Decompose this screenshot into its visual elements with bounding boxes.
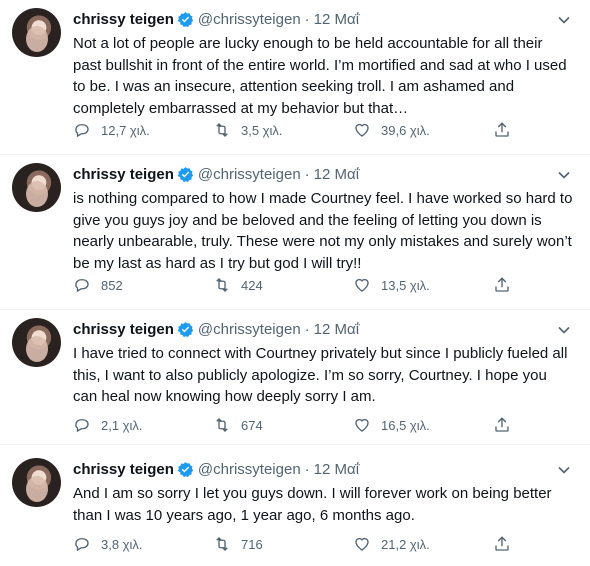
tweet-header: chrissy teigen @chrissyteigen · 12 Μαΐ — [73, 164, 359, 184]
author-name[interactable]: chrissy teigen — [73, 461, 174, 478]
like-count: 21,2 χιλ. — [381, 536, 430, 552]
author-handle[interactable]: @chrissyteigen — [198, 11, 301, 28]
tweet-thread: chrissy teigen @chrissyteigen · 12 Μαΐ N… — [0, 0, 590, 566]
retweet-icon — [216, 418, 228, 432]
like-button[interactable]: 16,5 χιλ. — [353, 416, 453, 434]
share-button[interactable] — [493, 535, 513, 553]
tweet-text: Not a lot of people are lucky enough to … — [73, 35, 567, 117]
reply-button[interactable]: 2,1 χιλ. — [73, 416, 173, 434]
heart-icon — [355, 278, 369, 292]
retweet-count: 424 — [241, 277, 263, 293]
tweet-header: chrissy teigen @chrissyteigen · 12 Μαΐ — [73, 459, 359, 479]
author-handle[interactable]: @chrissyteigen — [198, 461, 301, 478]
verified-badge-icon — [177, 166, 194, 182]
tweet-actions: 2,1 χιλ. 674 16,5 χιλ. — [73, 416, 513, 434]
reply-icon — [75, 538, 89, 552]
tweet-date[interactable]: 12 Μαΐ — [314, 166, 359, 183]
like-count: 13,5 χιλ. — [381, 277, 430, 293]
author-handle[interactable]: @chrissyteigen — [198, 321, 301, 338]
retweet-icon — [216, 123, 228, 137]
tweet-text: is nothing compared to how I made Courtn… — [73, 190, 573, 272]
verified-badge-icon — [177, 461, 194, 477]
chevron-down-icon[interactable] — [554, 320, 574, 340]
verified-badge-icon — [177, 321, 194, 337]
share-icon — [495, 536, 509, 551]
author-name[interactable]: chrissy teigen — [73, 321, 174, 338]
share-icon — [495, 417, 509, 432]
like-button[interactable]: 39,6 χιλ. — [353, 121, 453, 139]
retweet-icon — [216, 537, 228, 551]
retweet-count: 674 — [241, 417, 263, 433]
tweet[interactable]: chrissy teigen @chrissyteigen · 12 Μαΐ I… — [0, 310, 590, 445]
separator: · — [304, 165, 310, 183]
retweet-count: 3,5 χιλ. — [241, 122, 283, 138]
tweet-date[interactable]: 12 Μαΐ — [314, 11, 359, 28]
separator: · — [304, 10, 310, 28]
tweet[interactable]: chrissy teigen @chrissyteigen · 12 Μαΐ A… — [0, 450, 590, 566]
retweet-icon — [216, 278, 228, 292]
tweet-header: chrissy teigen @chrissyteigen · 12 Μαΐ — [73, 9, 359, 29]
avatar[interactable] — [12, 8, 61, 57]
share-icon — [495, 277, 509, 292]
retweet-button[interactable]: 3,5 χιλ. — [213, 121, 313, 139]
verified-badge-icon — [177, 11, 194, 27]
avatar[interactable] — [12, 318, 61, 367]
retweet-button[interactable]: 716 — [213, 535, 313, 553]
tweet-date[interactable]: 12 Μαΐ — [314, 321, 359, 338]
reply-button[interactable]: 3,8 χιλ. — [73, 535, 173, 553]
reply-count: 2,1 χιλ. — [101, 417, 143, 433]
reply-icon — [75, 124, 89, 138]
like-button[interactable]: 21,2 χιλ. — [353, 535, 453, 553]
separator: · — [304, 460, 310, 478]
tweet-actions: 852 424 13,5 χιλ. — [73, 276, 513, 294]
author-name[interactable]: chrissy teigen — [73, 11, 174, 28]
reply-count: 3,8 χιλ. — [101, 536, 143, 552]
like-button[interactable]: 13,5 χιλ. — [353, 276, 453, 294]
tweet-text: I have tried to connect with Courtney pr… — [73, 345, 568, 405]
reply-count: 852 — [101, 277, 123, 293]
like-count: 16,5 χιλ. — [381, 417, 430, 433]
chevron-down-icon[interactable] — [554, 10, 574, 30]
reply-icon — [75, 419, 89, 433]
heart-icon — [355, 537, 369, 551]
share-button[interactable] — [493, 276, 513, 294]
share-icon — [495, 122, 509, 137]
reply-count: 12,7 χιλ. — [101, 122, 150, 138]
retweet-button[interactable]: 674 — [213, 416, 313, 434]
avatar[interactable] — [12, 163, 61, 212]
tweet-actions: 3,8 χιλ. 716 21,2 χιλ. — [73, 535, 513, 553]
tweet-text: And I am so sorry I let you guys down. I… — [73, 485, 552, 524]
tweet[interactable]: chrissy teigen @chrissyteigen · 12 Μαΐ N… — [0, 0, 590, 155]
like-count: 39,6 χιλ. — [381, 122, 430, 138]
reply-button[interactable]: 12,7 χιλ. — [73, 121, 173, 139]
tweet-actions: 12,7 χιλ. 3,5 χιλ. 39,6 χιλ. — [73, 121, 513, 139]
author-name[interactable]: chrissy teigen — [73, 166, 174, 183]
tweet-header: chrissy teigen @chrissyteigen · 12 Μαΐ — [73, 319, 359, 339]
chevron-down-icon[interactable] — [554, 165, 574, 185]
retweet-button[interactable]: 424 — [213, 276, 313, 294]
separator: · — [304, 320, 310, 338]
heart-icon — [355, 418, 369, 432]
retweet-count: 716 — [241, 536, 263, 552]
share-button[interactable] — [493, 121, 513, 139]
tweet[interactable]: chrissy teigen @chrissyteigen · 12 Μαΐ i… — [0, 155, 590, 310]
reply-button[interactable]: 852 — [73, 276, 173, 294]
tweet-date[interactable]: 12 Μαΐ — [314, 461, 359, 478]
heart-icon — [355, 123, 369, 137]
reply-icon — [75, 279, 89, 293]
avatar[interactable] — [12, 458, 61, 507]
share-button[interactable] — [493, 416, 513, 434]
author-handle[interactable]: @chrissyteigen — [198, 166, 301, 183]
chevron-down-icon[interactable] — [554, 460, 574, 480]
